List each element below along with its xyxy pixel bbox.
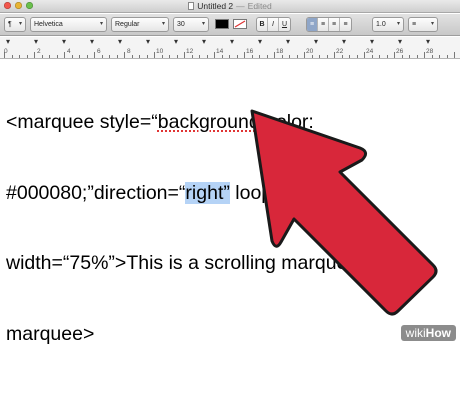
ruler-number: 0 bbox=[4, 48, 8, 55]
document-editor[interactable]: <marquee style=“background-color: #00008… bbox=[0, 59, 460, 345]
window-title: Untitled 2 — Edited bbox=[0, 0, 460, 12]
text-run: #000080;”direction=“ bbox=[6, 181, 186, 204]
highlight-color-swatch[interactable] bbox=[233, 19, 247, 29]
text-run: <marquee style=“ bbox=[6, 111, 158, 133]
ruler-number: 8 bbox=[127, 48, 131, 55]
text-color-swatch[interactable] bbox=[215, 19, 229, 29]
text-line-3: width=“75%”>This is a scrolling marque <… bbox=[6, 252, 426, 276]
tab-stop-icon[interactable]: ▾ bbox=[258, 38, 262, 46]
tab-stop-icon[interactable]: ▾ bbox=[34, 38, 38, 46]
list-style-select[interactable]: ≡ ▾ bbox=[408, 17, 438, 32]
chevron-down-icon: ▾ bbox=[396, 21, 400, 27]
tab-stop-icon[interactable]: ▾ bbox=[230, 38, 234, 46]
ruler-number: 24 bbox=[366, 48, 374, 55]
tab-stop-icon[interactable]: ▾ bbox=[174, 38, 178, 46]
ruler-number: 20 bbox=[306, 48, 314, 55]
paragraph-style-select[interactable]: ¶ ▾ bbox=[4, 17, 26, 32]
ruler[interactable]: ▾ ▾ ▾ ▾ ▾ ▾ ▾ ▾ ▾ ▾ ▾ ▾ ▾ ▾ ▾ ▾ 0 2 4 6 … bbox=[0, 37, 460, 59]
ruler-number: 2 bbox=[37, 48, 41, 55]
paragraph-style-label: ¶ bbox=[8, 21, 12, 28]
text-line-1: <marquee style=“background-color: bbox=[6, 111, 426, 135]
watermark-wiki: wiki bbox=[405, 326, 426, 340]
chevron-down-icon: ▾ bbox=[99, 21, 103, 27]
title-bar: Untitled 2 — Edited bbox=[0, 0, 460, 13]
font-family-value: Helvetica bbox=[34, 21, 63, 28]
text-run: loop=“20” bbox=[229, 181, 319, 204]
document-text[interactable]: <marquee style=“background-color: #00008… bbox=[6, 64, 426, 393]
edited-status: Edited bbox=[247, 1, 272, 11]
text-line-4: marquee> bbox=[6, 323, 426, 347]
text-run: : bbox=[308, 111, 314, 133]
tab-stop-icon[interactable]: ▾ bbox=[398, 38, 402, 46]
chevron-down-icon: ▾ bbox=[161, 21, 165, 27]
font-style-value: Regular bbox=[115, 21, 140, 28]
watermark-how: How bbox=[425, 326, 451, 340]
tab-stop-icon[interactable]: ▾ bbox=[426, 38, 430, 46]
ruler-number: 4 bbox=[67, 48, 71, 55]
tab-stop-icon[interactable]: ▾ bbox=[370, 38, 374, 46]
ruler-number: 14 bbox=[216, 48, 224, 55]
format-toolbar: ¶ ▾ Helvetica ▾ Regular ▾ 30 ▾ B I U ≡ ≡ ≡ ≡… bbox=[0, 14, 460, 36]
list-style-icon: ≡ bbox=[412, 21, 417, 28]
align-justify-button[interactable]: ≡ bbox=[340, 18, 351, 31]
text-run: marquee> bbox=[6, 322, 95, 345]
ruler-number: 28 bbox=[426, 48, 434, 55]
underline-button[interactable]: U bbox=[279, 18, 290, 31]
document-icon bbox=[188, 2, 195, 10]
ruler-number: 22 bbox=[336, 48, 344, 55]
ruler-number: 26 bbox=[396, 48, 404, 55]
misspelled-word[interactable]: background-color bbox=[158, 111, 309, 133]
line-spacing-value: 1.0 bbox=[376, 21, 386, 28]
chevron-down-icon: ▾ bbox=[430, 21, 434, 27]
ruler-number: 16 bbox=[246, 48, 254, 55]
font-family-select[interactable]: Helvetica ▾ bbox=[30, 17, 107, 32]
tab-stop-icon[interactable]: ▾ bbox=[6, 38, 10, 46]
text-run: width=“75%”>This is a scrolling marque <… bbox=[6, 252, 370, 274]
tab-stop-icon[interactable]: ▾ bbox=[202, 38, 206, 46]
text-line-2: #000080;”direction=“right” loop=“20” bbox=[6, 181, 426, 206]
chevron-down-icon: ▾ bbox=[201, 21, 205, 27]
ruler-number: 18 bbox=[276, 48, 284, 55]
text-style-buttons: B I U bbox=[256, 17, 291, 32]
alignment-buttons: ≡ ≡ ≡ ≡ bbox=[306, 17, 352, 32]
font-size-value: 30 bbox=[177, 21, 185, 28]
align-right-button[interactable]: ≡ bbox=[329, 18, 340, 31]
tab-stop-icon[interactable]: ▾ bbox=[118, 38, 122, 46]
tab-stop-icon[interactable]: ▾ bbox=[342, 38, 346, 46]
wikihow-watermark: wikiHow bbox=[400, 325, 456, 341]
selected-text[interactable]: right” bbox=[185, 181, 230, 204]
window-title-separator: — bbox=[236, 1, 245, 11]
ruler-number: 6 bbox=[97, 48, 101, 55]
italic-button[interactable]: I bbox=[268, 18, 279, 31]
font-size-select[interactable]: 30 ▾ bbox=[173, 17, 209, 32]
tab-stop-icon[interactable]: ▾ bbox=[314, 38, 318, 46]
tab-stop-icon[interactable]: ▾ bbox=[146, 38, 150, 46]
tab-stop-icon[interactable]: ▾ bbox=[62, 38, 66, 46]
align-left-button[interactable]: ≡ bbox=[307, 18, 318, 31]
tab-stop-icon[interactable]: ▾ bbox=[286, 38, 290, 46]
ruler-number: 10 bbox=[156, 48, 164, 55]
bold-button[interactable]: B bbox=[257, 18, 268, 31]
ruler-numbers: 0 2 4 6 8 10 12 14 16 18 20 22 24 26 28 bbox=[0, 48, 460, 58]
align-center-button[interactable]: ≡ bbox=[318, 18, 329, 31]
font-style-select[interactable]: Regular ▾ bbox=[111, 17, 169, 32]
no-color-icon bbox=[234, 20, 246, 28]
tab-stop-icon[interactable]: ▾ bbox=[90, 38, 94, 46]
chevron-down-icon: ▾ bbox=[18, 21, 22, 27]
window-title-text: Untitled 2 bbox=[197, 1, 234, 11]
line-spacing-select[interactable]: 1.0 ▾ bbox=[372, 17, 404, 32]
ruler-number: 12 bbox=[186, 48, 194, 55]
